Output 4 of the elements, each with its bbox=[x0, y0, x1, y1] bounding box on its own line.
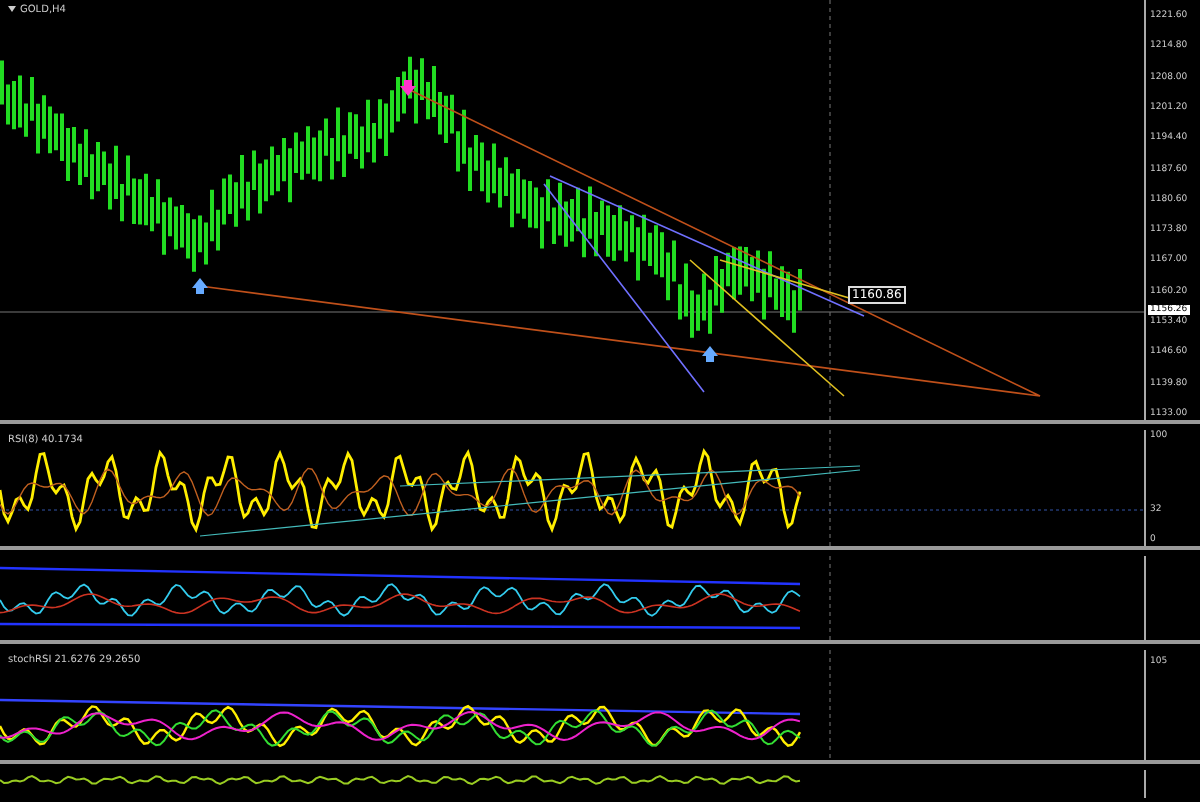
up-arrow-icon bbox=[702, 346, 718, 362]
down-arrow-icon bbox=[400, 80, 416, 96]
dropdown-icon[interactable] bbox=[8, 6, 16, 13]
up-arrow-icon bbox=[192, 278, 208, 294]
